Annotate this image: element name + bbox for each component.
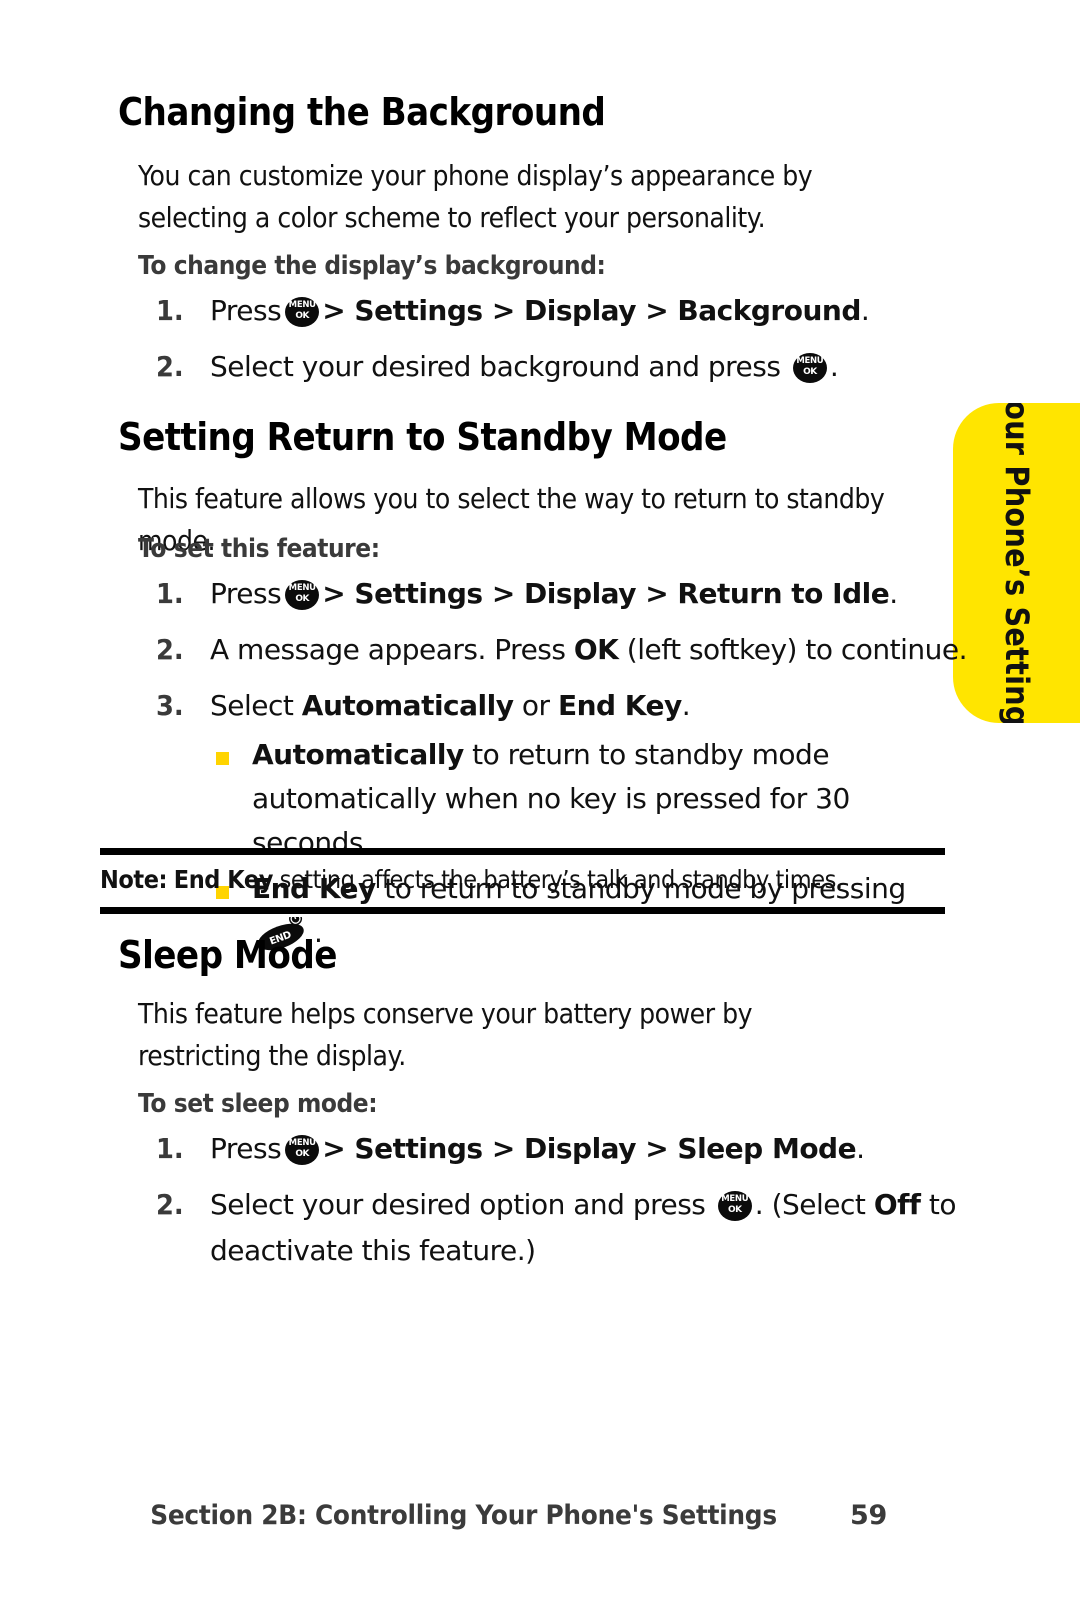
- note-box: Note: End Key setting affects the batter…: [100, 848, 945, 914]
- sub-bullet-bold: Automatically: [252, 738, 464, 771]
- menu-ok-key-icon[interactable]: MENU OK: [285, 297, 320, 327]
- step-bold-off: Off: [873, 1188, 921, 1221]
- menu-ok-bottom-label: OK: [727, 1205, 742, 1215]
- menu-ok-top-label: MENU: [721, 1194, 749, 1204]
- step-tail: .: [856, 1132, 865, 1165]
- sub-bullet-list: Automatically to return to standby mode …: [210, 733, 968, 955]
- step-text: A message appears. Press OK (left softke…: [210, 633, 968, 666]
- step-pre-text: Select your desired background and press: [210, 350, 781, 383]
- sub-bullet-text: Automatically to return to standby mode …: [252, 738, 850, 859]
- page-title: Changing the Background: [118, 90, 606, 134]
- step-pre-text: Press: [210, 1132, 282, 1165]
- list-item: 2. A message appears. Press OK (left sof…: [138, 627, 968, 673]
- subheading: To set sleep mode:: [138, 1089, 378, 1119]
- step-text-c: . (Select: [754, 1188, 874, 1221]
- list-item: Automatically to return to standby mode …: [210, 733, 968, 865]
- list-item: 3. Select Automatically or End Key. Auto…: [138, 683, 968, 955]
- step-text: Press MENU OK > Settings > Display > Sleep …: [210, 1132, 865, 1165]
- list-item: 1. Press MENU OK > Settings > Display > Bac…: [138, 288, 958, 334]
- section-intro-text: This feature helps conserve your battery…: [138, 997, 752, 1072]
- menu-ok-key-icon[interactable]: MENU OK: [792, 353, 827, 383]
- menu-ok-key-icon[interactable]: MENU OK: [285, 580, 320, 610]
- note-bold-term: End Key: [173, 865, 274, 894]
- note-label: Note:: [100, 865, 168, 894]
- menu-ok-bottom-label: OK: [295, 594, 310, 604]
- step-text: Press MENU OK > Settings > Display > Backgr…: [210, 294, 870, 327]
- step-bold-ok: OK: [573, 633, 619, 666]
- side-tab-your-phones-settings: Your Phone’s Settings: [953, 403, 1080, 723]
- step-text-e: .: [681, 689, 691, 722]
- list-item: 1. Press MENU OK > Settings > Display > Sle…: [138, 1126, 968, 1172]
- step-number: 3.: [156, 689, 184, 722]
- menu-ok-top-label: MENU: [796, 356, 824, 366]
- manual-page: Your Phone’s Settings Changing the Backg…: [0, 0, 1080, 1620]
- step-number: 2.: [156, 1188, 184, 1221]
- page-footer: Section 2B: Controlling Your Phone's Set…: [0, 1500, 1010, 1531]
- step-text: Select your desired option and press MEN…: [210, 1188, 957, 1267]
- step-text-a: Select your desired option and press: [210, 1188, 714, 1221]
- note-text: Note: End Key setting affects the batter…: [100, 863, 861, 897]
- menu-ok-key-icon[interactable]: MENU OK: [285, 1135, 320, 1165]
- menu-ok-top-label: MENU: [288, 1138, 316, 1148]
- footer-section-label: Section 2B: Controlling Your Phone's Set…: [150, 1500, 777, 1531]
- menu-ok-top-label: MENU: [288, 583, 316, 593]
- menu-ok-key-icon[interactable]: MENU OK: [717, 1191, 752, 1221]
- page-title: Sleep Mode: [118, 933, 337, 977]
- list-item: 1. Press MENU OK > Settings > Display > Ret…: [138, 571, 968, 617]
- step-number: 1.: [156, 294, 184, 327]
- step-text-c: (left softkey) to continue.: [618, 633, 968, 666]
- step-list: 1. Press MENU OK > Settings > Display > Bac…: [138, 288, 958, 390]
- step-text-a: Select: [210, 689, 302, 722]
- menu-ok-bottom-label: OK: [295, 311, 310, 321]
- note-rest: setting affects the battery’s talk and s…: [272, 865, 843, 894]
- menu-ok-top-label: MENU: [288, 300, 316, 310]
- step-text: Press MENU OK > Settings > Display > Return…: [210, 577, 898, 610]
- step-tail: .: [829, 350, 839, 383]
- menu-ok-bottom-label: OK: [803, 367, 817, 377]
- section-intro-text: You can customize your phone display’s a…: [138, 159, 813, 234]
- step-bold-end-key: End Key: [557, 689, 682, 722]
- subheading: To set this feature:: [138, 534, 380, 564]
- list-item: 2. Select your desired background and pr…: [138, 344, 958, 390]
- step-text: Select Automatically or End Key.: [210, 689, 691, 722]
- step-menu-path: > Settings > Display > Return to Idle: [322, 577, 890, 610]
- step-menu-path: > Settings > Display > Background: [322, 294, 861, 327]
- step-text: Select your desired background and press…: [210, 350, 839, 383]
- yellow-square-bullet-icon: [216, 752, 229, 765]
- page-number: 59: [850, 1500, 888, 1531]
- page-title: Setting Return to Standby Mode: [118, 415, 727, 459]
- step-menu-path: > Settings > Display > Sleep Mode: [322, 1132, 857, 1165]
- side-tab-label: Your Phone’s Settings: [997, 403, 1036, 723]
- step-number: 1.: [156, 577, 184, 610]
- menu-ok-bottom-label: OK: [295, 1149, 310, 1159]
- step-number: 1.: [156, 1132, 184, 1165]
- step-bold-automatically: Automatically: [301, 689, 514, 722]
- step-tail: .: [860, 294, 870, 327]
- step-number: 2.: [156, 633, 184, 666]
- list-item: 2. Select your desired option and press …: [138, 1182, 968, 1274]
- step-pre-text: Press: [210, 577, 282, 610]
- step-list: 1. Press MENU OK > Settings > Display > Sle…: [138, 1126, 968, 1274]
- step-text-a: A message appears. Press: [210, 633, 574, 666]
- step-pre-text: Press: [210, 294, 282, 327]
- page-content: Changing the Background You can customiz…: [0, 0, 968, 1620]
- step-tail: .: [889, 577, 898, 610]
- step-number: 2.: [156, 350, 184, 383]
- subheading: To change the display’s background:: [138, 251, 606, 281]
- step-text-c: or: [513, 689, 558, 722]
